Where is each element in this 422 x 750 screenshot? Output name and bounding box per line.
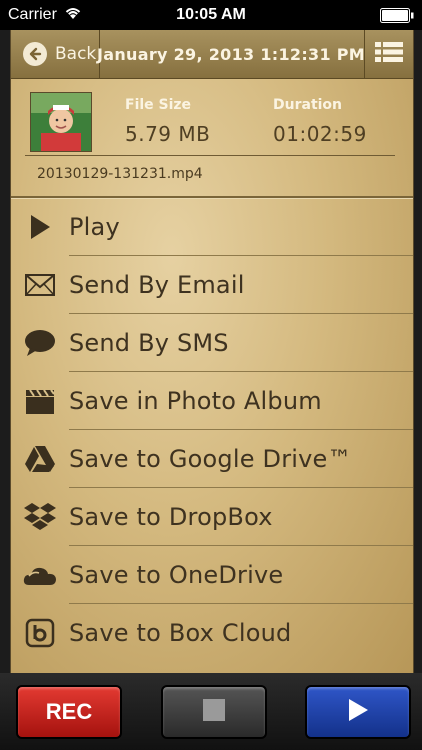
menu-item-label: Save to Google Drive™ <box>69 445 352 473</box>
menu-item-label: Play <box>69 213 120 241</box>
stop-button[interactable] <box>161 685 267 739</box>
recording-date-title: January 29, 2013 1:12:31 PM <box>97 44 366 64</box>
menu-item-play[interactable]: Play <box>11 198 413 256</box>
google-drive-icon <box>23 442 57 476</box>
menu-item-send-sms[interactable]: Send By SMS <box>11 314 413 372</box>
onedrive-cloud-icon <box>23 558 57 592</box>
menu-item-save-google-drive[interactable]: Save to Google Drive™ <box>11 430 413 488</box>
dropbox-icon <box>23 500 57 534</box>
box-icon <box>23 616 57 650</box>
duration-value: 01:02:59 <box>273 122 367 146</box>
file-size-label: File Size <box>125 97 192 113</box>
back-button[interactable]: Back <box>11 30 100 78</box>
menu-item-save-dropbox[interactable]: Save to DropBox <box>11 488 413 546</box>
menu-item-send-email[interactable]: Send By Email <box>11 256 413 314</box>
menu-item-label: Send By SMS <box>69 329 229 357</box>
menu-item-label: Save in Photo Album <box>69 387 322 415</box>
divider <box>25 155 395 156</box>
menu-item-save-box-cloud[interactable]: Save to Box Cloud <box>11 604 413 662</box>
back-arrow-icon <box>23 42 47 66</box>
clock: 10:05 AM <box>176 6 246 23</box>
menu-item-save-onedrive[interactable]: Save to OneDrive <box>11 546 413 604</box>
file-name: 20130129-131231.mp4 <box>37 166 203 182</box>
menu-item-save-photo-album[interactable]: Save in Photo Album <box>11 372 413 430</box>
speech-bubble-icon <box>23 326 57 360</box>
menu-item-label: Save to Box Cloud <box>69 619 292 647</box>
menu-item-label: Save to DropBox <box>69 503 273 531</box>
list-menu-button[interactable] <box>364 30 413 78</box>
envelope-icon <box>23 268 57 302</box>
record-button[interactable]: REC <box>16 685 122 739</box>
back-label: Back <box>55 44 97 64</box>
video-thumbnail <box>30 92 92 152</box>
details-panel: Back January 29, 2013 1:12:31 PM File Si… <box>10 30 414 673</box>
play-icon <box>347 698 369 726</box>
nav-bar: Back January 29, 2013 1:12:31 PM <box>11 30 413 79</box>
stop-icon <box>203 699 225 725</box>
play-icon <box>23 210 57 244</box>
file-size-value: 5.79 MB <box>125 122 211 146</box>
battery-icon <box>380 8 414 23</box>
record-label: REC <box>45 699 93 724</box>
duration-label: Duration <box>273 97 343 113</box>
menu-item-label: Send By Email <box>69 271 245 299</box>
list-icon <box>375 41 403 67</box>
clapperboard-icon <box>23 384 57 418</box>
play-button[interactable] <box>305 685 411 739</box>
recorder-toolbar: REC <box>0 673 422 750</box>
menu-item-label: Save to OneDrive <box>69 561 284 589</box>
status-bar: Carrier 10:05 AM <box>0 0 422 30</box>
